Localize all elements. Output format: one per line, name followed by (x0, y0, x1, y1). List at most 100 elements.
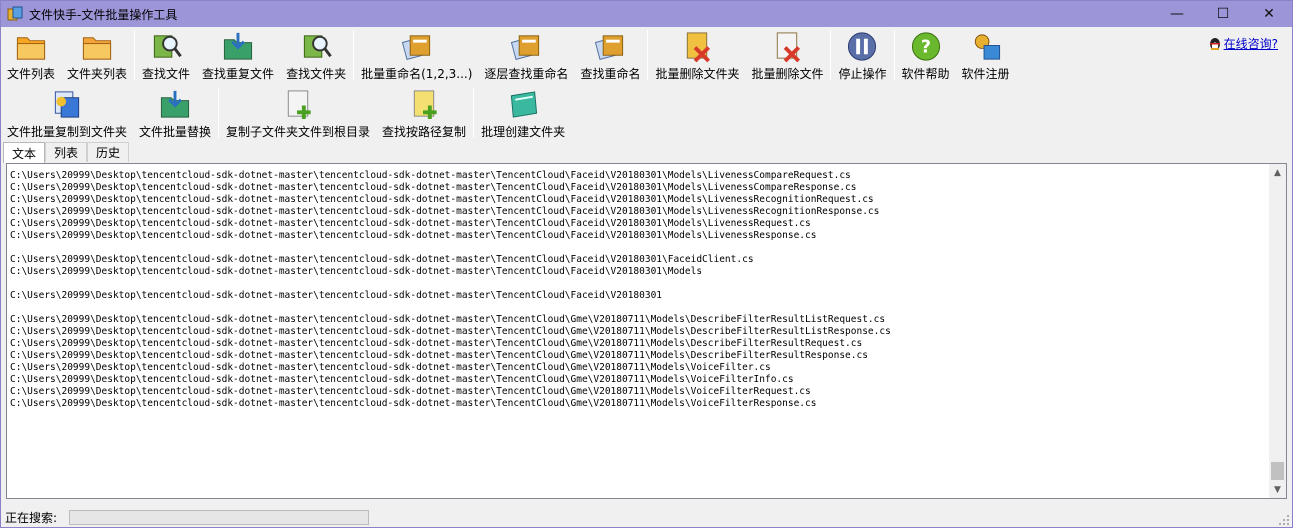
main-toolbar: 文件列表 文件夹列表 查找文件 查找重复文件 查找文件夹 批量重命名(1,2,3...) 逐… (1, 28, 1292, 84)
help-icon: ? (911, 32, 940, 61)
close-button[interactable]: ✕ (1246, 1, 1292, 27)
batch-replace-icon (160, 90, 190, 118)
result-line: C:\Users\20999\Desktop\tencentcloud-sdk-… (10, 326, 891, 337)
result-line: C:\Users\20999\Desktop\tencentcloud-sdk-… (10, 398, 817, 409)
app-window: 文件快手-文件批量操作工具 — ☐ ✕ 文件列表 文件夹列表 查找文件 查找重复文件查… (0, 0, 1293, 528)
folders-icon (82, 37, 112, 60)
result-line (10, 278, 1265, 290)
toolbar1-button-label: 查找重命名 (580, 67, 641, 81)
toolbar1-button-5[interactable]: 批量重命名(1,2,3...) (355, 28, 478, 82)
toolbar1-button-label: 软件注册 (961, 67, 1010, 81)
tab-text[interactable]: 文本 (3, 142, 46, 163)
result-line: C:\Users\20999\Desktop\tencentcloud-sdk-… (10, 338, 863, 349)
result-line: C:\Users\20999\Desktop\tencentcloud-sdk-… (10, 266, 703, 277)
toolbar1-button-8[interactable]: 批量删除文件夹 (649, 28, 745, 82)
toolbar-separator (134, 30, 136, 80)
minimize-button[interactable]: — (1154, 1, 1200, 27)
find-folder-icon (303, 35, 332, 58)
path-copy-icon (413, 90, 437, 120)
toolbar1-button-label: 软件帮助 (901, 67, 950, 81)
delete-file-icon (777, 32, 801, 63)
results-textarea[interactable]: C:\Users\20999\Desktop\tencentcloud-sdk-… (6, 163, 1287, 499)
scroll-up-icon[interactable]: ▲ (1269, 164, 1286, 181)
toolbar2-button-label: 查找按路径复制 (382, 125, 467, 139)
toolbar1-button-label: 查找文件 (142, 67, 191, 81)
result-line: C:\Users\20999\Desktop\tencentcloud-sdk-… (10, 182, 857, 193)
toolbar1-button-label: 文件列表 (7, 67, 56, 81)
secondary-toolbar: 文件批量复制到文件夹 文件批量替换 复制子文件夹文件到根目录 查找按路径复制 批理创建文… (1, 86, 1292, 140)
result-line (10, 302, 1265, 314)
toolbar1-button-label: 批量删除文件 (751, 67, 824, 81)
status-label: 正在搜索: (5, 510, 58, 525)
find-file-icon (153, 35, 182, 58)
tab-list[interactable]: 列表 (45, 142, 88, 162)
toolbar1-button-6[interactable]: 逐层查找重命名 (478, 28, 574, 82)
result-line: C:\Users\20999\Desktop\tencentcloud-sdk-… (10, 170, 851, 181)
toolbar2-button-1[interactable]: 文件批量替换 (133, 86, 217, 140)
toolbar1-button-11[interactable]: ? 软件帮助 (896, 28, 956, 82)
result-line: C:\Users\20999\Desktop\tencentcloud-sdk-… (10, 350, 868, 361)
result-line (10, 242, 1265, 254)
toolbar2-button-2[interactable]: 复制子文件夹文件到根目录 (220, 86, 376, 140)
register-icon (974, 34, 1000, 60)
search-progress-bar (69, 509, 370, 525)
toolbar1-button-4[interactable]: 查找文件夹 (280, 28, 352, 82)
view-tabs: 文本 列表 历史 (3, 142, 130, 163)
toolbar1-button-label: 文件夹列表 (67, 67, 128, 81)
delete-folder-icon (687, 32, 711, 63)
qq-penguin-icon (1209, 37, 1220, 50)
toolbar1-button-label: 查找重复文件 (202, 67, 275, 81)
status-bar: 正在搜索: (1, 506, 1292, 528)
toolbar1-button-10[interactable]: 停止操作 (832, 28, 892, 82)
toolbar1-button-label: 批量重命名(1,2,3...) (361, 67, 473, 81)
result-line: C:\Users\20999\Desktop\tencentcloud-sdk-… (10, 314, 886, 325)
results-text: C:\Users\20999\Desktop\tencentcloud-sdk-… (10, 170, 1265, 410)
pause-icon (848, 32, 877, 61)
toolbar1-button-1[interactable]: 文件夹列表 (61, 28, 133, 82)
online-consult-link[interactable]: 在线咨询? (1208, 35, 1278, 52)
find-rename-icon (595, 35, 624, 60)
window-title: 文件快手-文件批量操作工具 (29, 7, 178, 22)
result-line: C:\Users\20999\Desktop\tencentcloud-sdk-… (10, 374, 794, 385)
result-line: C:\Users\20999\Desktop\tencentcloud-sdk-… (10, 254, 754, 265)
toolbar2-button-label: 批理创建文件夹 (481, 125, 566, 139)
toolbar-separator (647, 30, 649, 80)
toolbar2-button-0[interactable]: 文件批量复制到文件夹 (1, 86, 133, 140)
svg-text:?: ? (920, 37, 930, 57)
online-consult-label: 在线咨询? (1223, 37, 1278, 51)
vertical-scrollbar[interactable]: ▲ ▼ (1269, 164, 1286, 498)
toolbar-separator (353, 30, 355, 80)
folder-list-icon (16, 37, 46, 60)
toolbar1-button-3[interactable]: 查找重复文件 (196, 28, 280, 82)
toolbar1-button-9[interactable]: 批量删除文件 (745, 28, 829, 82)
title-bar: 文件快手-文件批量操作工具 — ☐ ✕ (1, 1, 1292, 27)
toolbar-separator (893, 30, 895, 80)
toolbar1-button-12[interactable]: 软件注册 (956, 28, 1016, 82)
find-duplicate-icon (223, 32, 253, 60)
result-line: C:\Users\20999\Desktop\tencentcloud-sdk-… (10, 362, 771, 373)
app-icon (7, 6, 23, 21)
toolbar2-button-4[interactable]: 批理创建文件夹 (475, 86, 571, 140)
copy-to-root-icon (287, 90, 311, 120)
tab-history[interactable]: 历史 (87, 142, 130, 162)
toolbar-separator (830, 30, 832, 80)
result-line: C:\Users\20999\Desktop\tencentcloud-sdk-… (10, 290, 663, 301)
result-line: C:\Users\20999\Desktop\tencentcloud-sdk-… (10, 218, 811, 229)
toolbar1-button-2[interactable]: 查找文件 (136, 28, 196, 82)
toolbar2-button-label: 文件批量复制到文件夹 (7, 125, 128, 139)
toolbar2-button-label: 文件批量替换 (139, 125, 212, 139)
maximize-button[interactable]: ☐ (1200, 1, 1246, 27)
scroll-down-icon[interactable]: ▼ (1269, 481, 1286, 498)
toolbar-separator (473, 88, 475, 138)
scroll-thumb[interactable] (1271, 462, 1284, 480)
toolbar1-button-label: 停止操作 (838, 67, 887, 81)
toolbar-separator (218, 88, 220, 138)
toolbar2-button-3[interactable]: 查找按路径复制 (376, 86, 472, 140)
toolbar1-button-0[interactable]: 文件列表 (1, 28, 61, 82)
toolbar2-button-label: 复制子文件夹文件到根目录 (226, 125, 371, 139)
toolbar1-button-label: 查找文件夹 (286, 67, 347, 81)
batch-rename-icon (401, 35, 430, 60)
resize-grip-icon[interactable] (1278, 514, 1290, 526)
toolbar1-button-7[interactable]: 查找重命名 (574, 28, 646, 82)
result-line: C:\Users\20999\Desktop\tencentcloud-sdk-… (10, 386, 811, 397)
